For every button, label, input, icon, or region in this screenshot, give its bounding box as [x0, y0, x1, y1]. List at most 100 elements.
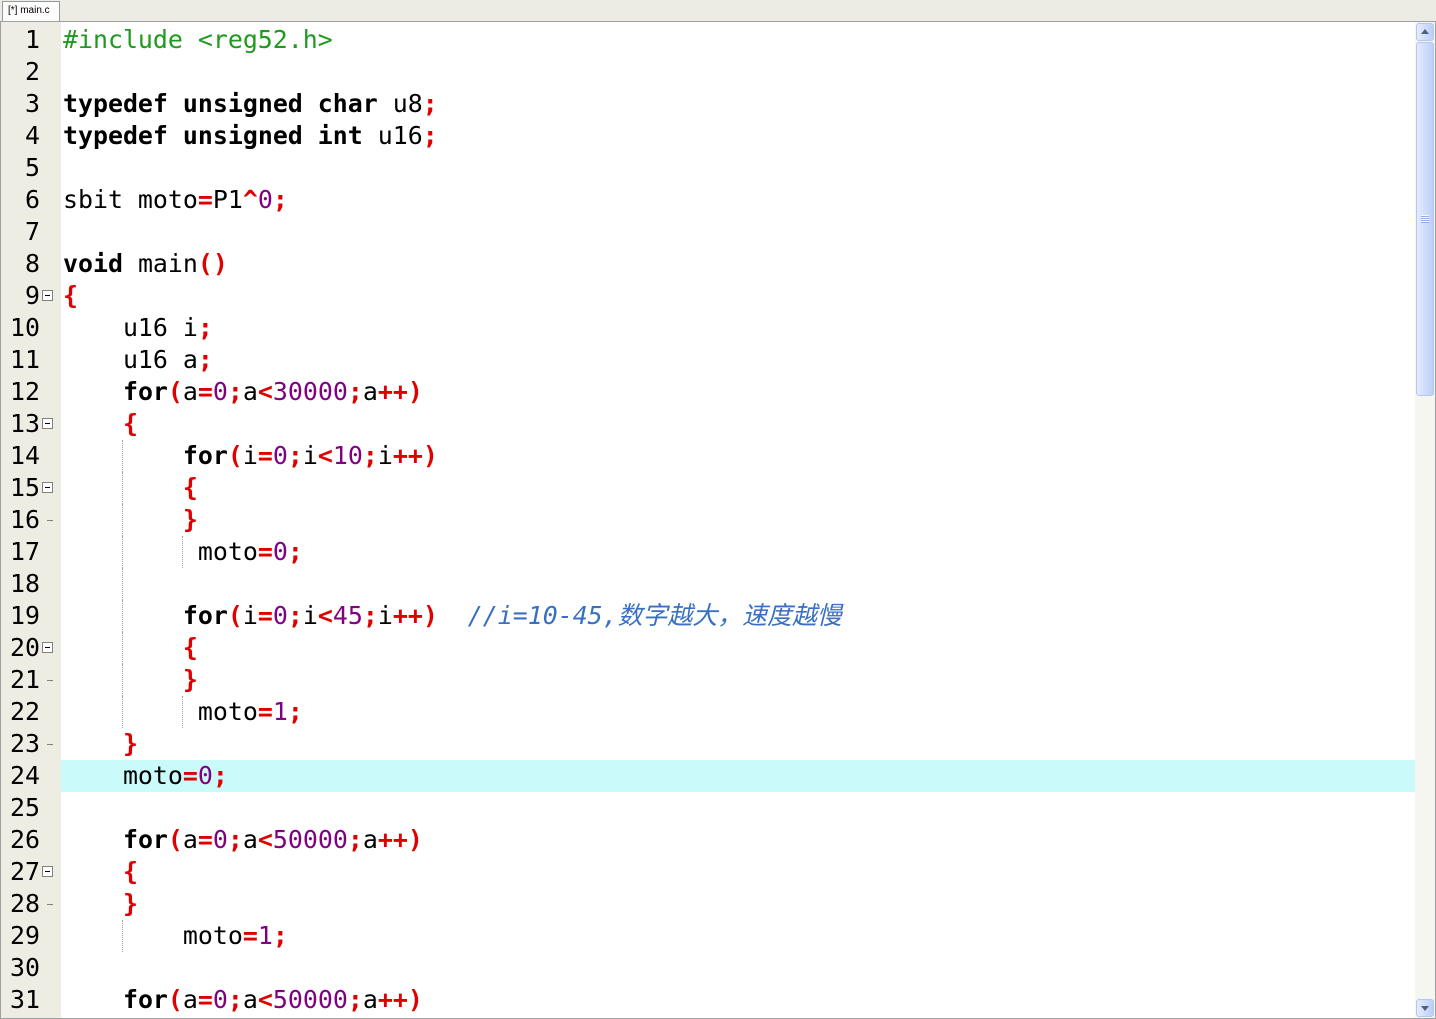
- scroll-up-button[interactable]: [1416, 23, 1434, 41]
- code-line[interactable]: {: [61, 856, 1415, 888]
- code-line[interactable]: void main(): [61, 248, 1415, 280]
- line-number[interactable]: 21: [1, 664, 40, 696]
- code-line[interactable]: [61, 56, 1415, 88]
- tab-bar: [*] main.c: [0, 0, 1436, 21]
- code-token: void: [63, 249, 123, 278]
- code-token: ;: [362, 601, 378, 630]
- indent-guide: [122, 504, 123, 536]
- code-line[interactable]: [61, 568, 1415, 600]
- line-number[interactable]: 1: [1, 24, 40, 56]
- code-line[interactable]: }: [61, 728, 1415, 760]
- line-number[interactable]: 16: [1, 504, 40, 536]
- code-line[interactable]: [61, 952, 1415, 984]
- editor-line-row: 10 u16 i;: [1, 312, 1415, 344]
- line-number[interactable]: 31: [1, 984, 40, 1016]
- line-number[interactable]: 12: [1, 376, 40, 408]
- code-line[interactable]: }: [61, 504, 1415, 536]
- indent-guide: [122, 920, 123, 952]
- line-number[interactable]: 4: [1, 120, 40, 152]
- line-number[interactable]: 20: [1, 632, 40, 664]
- minus-icon: [45, 871, 50, 872]
- code-line[interactable]: for(a=0;a<50000;a++): [61, 824, 1415, 856]
- line-number[interactable]: 8: [1, 248, 40, 280]
- code-token: i: [242, 601, 258, 630]
- line-number[interactable]: 3: [1, 88, 40, 120]
- fold-open-icon[interactable]: [42, 418, 53, 429]
- code-editor[interactable]: 1 #include <reg52.h> 2 3 typedef unsigned ch…: [0, 21, 1436, 1019]
- editor-line-row: 29 moto=1;: [1, 920, 1415, 952]
- code-line[interactable]: [61, 216, 1415, 248]
- code-line[interactable]: {: [61, 408, 1415, 440]
- code-line[interactable]: u16 a;: [61, 344, 1415, 376]
- line-number[interactable]: 22: [1, 696, 40, 728]
- code-line[interactable]: {: [61, 280, 1415, 312]
- code-line[interactable]: moto=0;: [61, 536, 1415, 568]
- line-number[interactable]: 6: [1, 184, 40, 216]
- line-number[interactable]: 13: [1, 408, 40, 440]
- code-line[interactable]: u16 i;: [61, 312, 1415, 344]
- fold-margin-cell: [40, 760, 61, 792]
- scroll-down-button[interactable]: [1416, 999, 1434, 1017]
- code-line[interactable]: #include <reg52.h>: [61, 24, 1415, 56]
- line-number[interactable]: 17: [1, 536, 40, 568]
- code-line[interactable]: for(i=0;i<10;i++): [61, 440, 1415, 472]
- line-number[interactable]: 9: [1, 280, 40, 312]
- code-line[interactable]: moto=1;: [61, 696, 1415, 728]
- arrow-up-icon: [1421, 29, 1429, 34]
- code-line[interactable]: for(i=0;i<45;i++) //i=10-45,数字越大，速度越慢: [61, 600, 1415, 632]
- vertical-scrollbar[interactable]: [1415, 22, 1435, 1018]
- line-number[interactable]: 14: [1, 440, 40, 472]
- code-line[interactable]: typedef unsigned char u8;: [61, 88, 1415, 120]
- code-line[interactable]: }: [61, 888, 1415, 920]
- scroll-thumb[interactable]: [1416, 42, 1434, 396]
- fold-open-icon[interactable]: [42, 642, 53, 653]
- line-number[interactable]: 27: [1, 856, 40, 888]
- line-number[interactable]: 26: [1, 824, 40, 856]
- code-line[interactable]: moto=1;: [61, 920, 1415, 952]
- code-line-current[interactable]: moto=0;: [61, 760, 1415, 792]
- line-number[interactable]: 2: [1, 56, 40, 88]
- fold-margin-cell: [40, 312, 61, 344]
- line-number[interactable]: 30: [1, 952, 40, 984]
- line-number[interactable]: 7: [1, 216, 40, 248]
- code-token: =: [197, 985, 213, 1014]
- minus-icon: [45, 647, 50, 648]
- code-line[interactable]: for(a=0;a<50000;a++): [61, 984, 1415, 1016]
- line-number[interactable]: 19: [1, 600, 40, 632]
- fold-margin-cell: [40, 248, 61, 280]
- code-line[interactable]: [61, 792, 1415, 824]
- fold-margin-cell: [40, 376, 61, 408]
- line-number[interactable]: 5: [1, 152, 40, 184]
- line-number[interactable]: 29: [1, 920, 40, 952]
- code-line[interactable]: {: [61, 472, 1415, 504]
- fold-open-icon[interactable]: [42, 290, 53, 301]
- fold-open-icon[interactable]: [42, 866, 53, 877]
- code-token: ;: [287, 537, 303, 566]
- fold-margin-cell: [40, 24, 61, 56]
- code-token: 1: [257, 921, 273, 950]
- line-number[interactable]: 25: [1, 792, 40, 824]
- code-line[interactable]: }: [61, 664, 1415, 696]
- line-number[interactable]: 28: [1, 888, 40, 920]
- line-number[interactable]: 15: [1, 472, 40, 504]
- code-token: int: [317, 121, 363, 150]
- tab-main-c[interactable]: [*] main.c: [2, 1, 60, 21]
- editor-line-row: 12 for(a=0;a<30000;a++): [1, 376, 1415, 408]
- code-line[interactable]: typedef unsigned int u16;: [61, 120, 1415, 152]
- code-line[interactable]: [61, 152, 1415, 184]
- line-number[interactable]: 18: [1, 568, 40, 600]
- line-number[interactable]: 10: [1, 312, 40, 344]
- editor-line-row: 3 typedef unsigned char u8;: [1, 88, 1415, 120]
- code-line[interactable]: sbit moto=P1^0;: [61, 184, 1415, 216]
- fold-open-icon[interactable]: [42, 482, 53, 493]
- line-number[interactable]: 11: [1, 344, 40, 376]
- line-number[interactable]: 24: [1, 760, 40, 792]
- editor-line-row: 20 {: [1, 632, 1415, 664]
- code-token: {: [182, 473, 198, 502]
- code-token: i: [377, 441, 393, 470]
- line-number[interactable]: 23: [1, 728, 40, 760]
- code-line[interactable]: for(a=0;a<30000;a++): [61, 376, 1415, 408]
- editor-line-row: 4 typedef unsigned int u16;: [1, 120, 1415, 152]
- code-line[interactable]: {: [61, 632, 1415, 664]
